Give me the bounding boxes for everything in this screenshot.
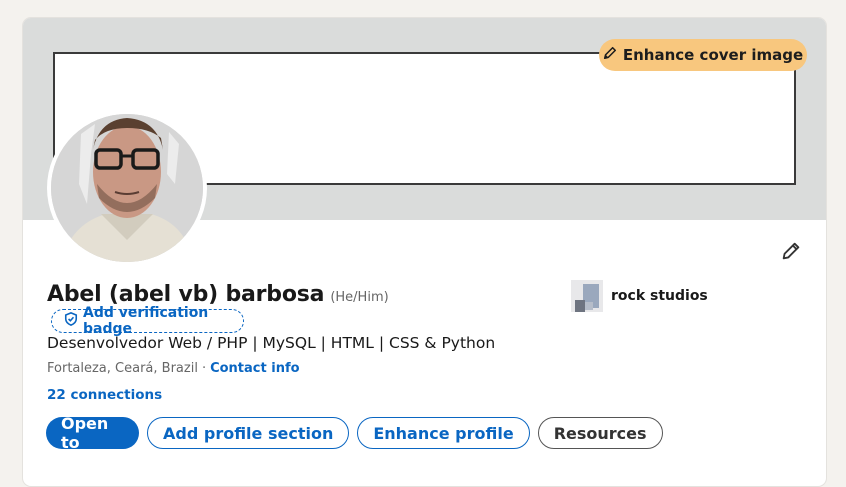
profile-actions: Open to Add profile section Enhance prof… [46, 414, 663, 452]
company-name: rock studios [611, 288, 708, 304]
contact-info-link[interactable]: Contact info [210, 361, 299, 376]
verification-label: Add verification badge [83, 305, 209, 337]
profile-card: Enhance cover image Abel (abel vb) barbo… [22, 17, 827, 487]
connections-link[interactable]: 22 connections [47, 387, 162, 403]
profile-photo [51, 114, 203, 262]
pencil-icon [780, 240, 802, 266]
location-row: Fortaleza, Ceará, Brazil · Contact info [47, 361, 300, 376]
pronouns: (He/Him) [330, 290, 389, 305]
enhance-cover-label: Enhance cover image [622, 46, 804, 64]
headline: Desenvolvedor Web / PHP | MySQL | HTML |… [47, 334, 496, 352]
open-to-button[interactable]: Open to [46, 414, 139, 452]
avatar[interactable] [47, 110, 207, 266]
shield-check-icon [64, 312, 78, 330]
enhance-cover-button[interactable]: Enhance cover image [599, 39, 807, 71]
add-profile-section-button[interactable]: Add profile section [147, 417, 350, 449]
company-logo [571, 280, 603, 312]
resources-button[interactable]: Resources [537, 417, 663, 449]
pencil-icon [603, 46, 617, 64]
location: Fortaleza, Ceará, Brazil [47, 361, 198, 376]
edit-profile-button[interactable] [778, 240, 804, 266]
separator: · [201, 361, 207, 376]
name-row: Abel (abel vb) barbosa (He/Him) [47, 282, 389, 307]
add-verification-badge-button[interactable]: Add verification badge [51, 305, 244, 337]
profile-name: Abel (abel vb) barbosa [47, 282, 325, 307]
company-link[interactable]: rock studios [571, 280, 708, 312]
enhance-profile-button[interactable]: Enhance profile [357, 417, 530, 449]
